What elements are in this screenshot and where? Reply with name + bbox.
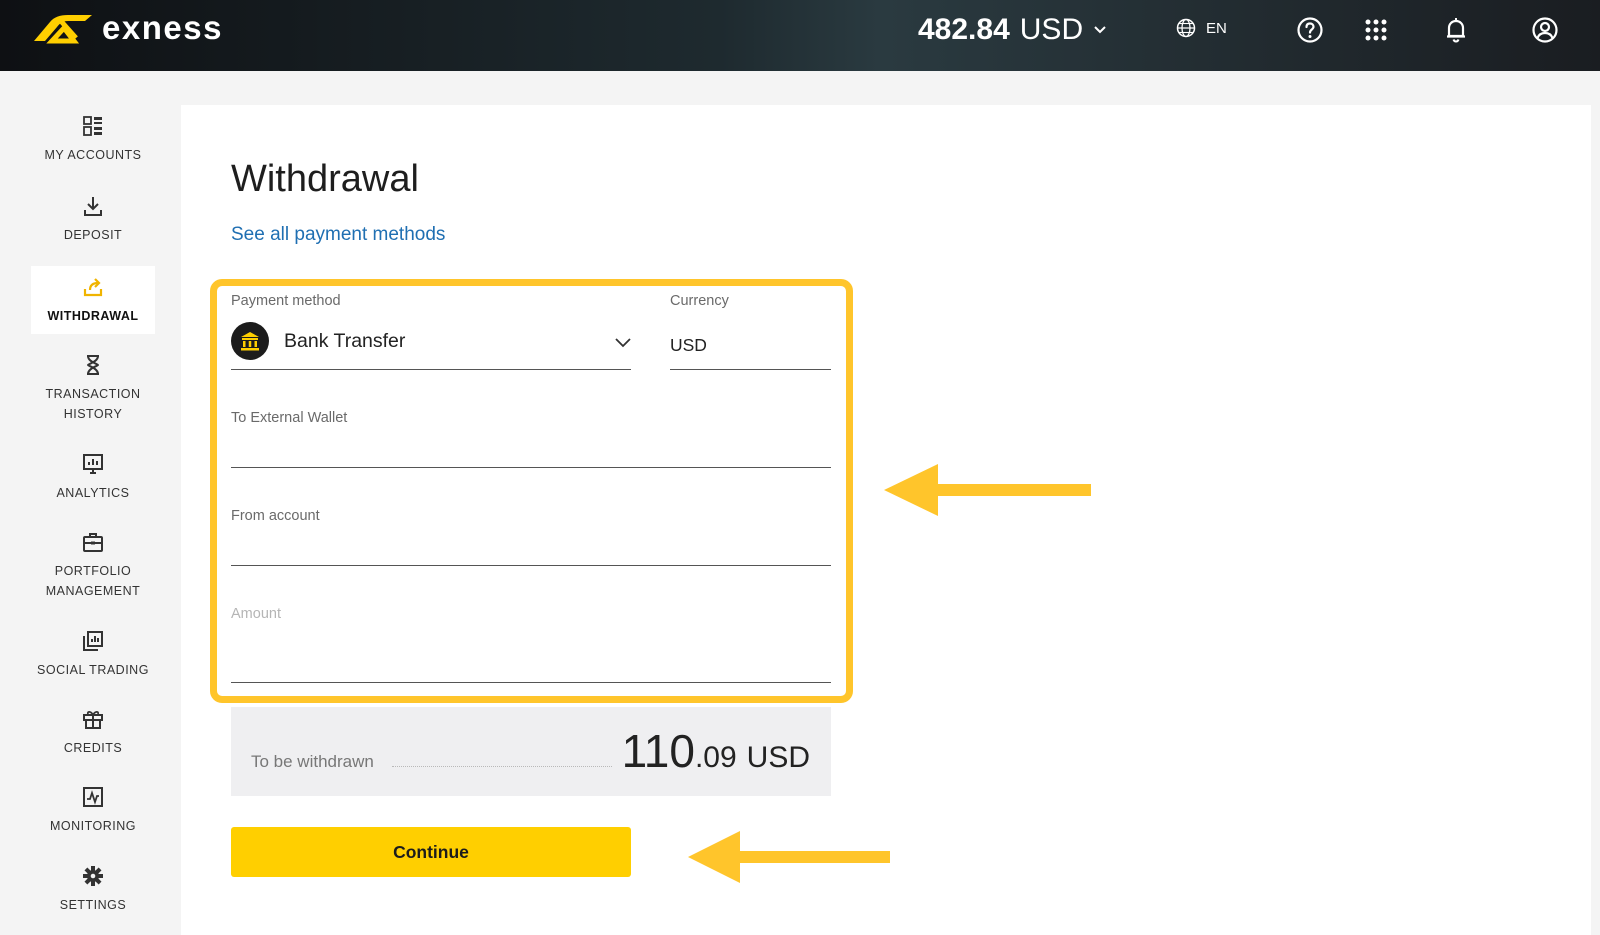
sidebar-item-label: SOCIAL TRADING [37,663,149,677]
payment-method-underline [231,369,631,370]
amount-currency: USD [746,741,810,774]
sidebar-item-label: TRANSACTION HISTORY [45,387,141,421]
amount-decimal: .09 [694,741,737,774]
sidebar-item-label: DEPOSIT [63,228,123,242]
sidebar-item-label: PORTFOLIO MANAGEMENT [45,564,141,598]
hourglass-icon [86,355,100,375]
sidebar-item-portfolio-management[interactable]: PORTFOLIO MANAGEMENT [31,531,155,601]
amount-field[interactable] [231,630,831,680]
exness-logo-icon [34,15,92,44]
gift-icon [83,710,103,729]
sidebar-item-social-trading[interactable]: SOCIAL TRADING [31,630,155,680]
gear-icon [83,866,103,886]
logo-text: exness [102,9,223,46]
currency-value[interactable]: USD [670,335,707,356]
bank-icon [231,322,269,360]
sidebar: MY ACCOUNTS DEPOSIT WITHDRAWAL TRANSACTI… [0,71,172,935]
user-icon[interactable] [1531,16,1559,44]
continue-button[interactable]: Continue [231,827,631,877]
see-all-payment-methods-link[interactable]: See all payment methods [231,224,445,246]
balance-currency: USD [1019,13,1084,46]
external-wallet-underline [231,467,831,468]
sidebar-item-label: WITHDRAWAL [47,309,139,323]
apps-grid-icon[interactable] [1362,16,1390,44]
sidebar-item-label: MY ACCOUNTS [44,148,142,162]
sidebar-item-withdrawal[interactable]: WITHDRAWAL [31,266,155,334]
sidebar-item-deposit[interactable]: DEPOSIT [31,195,155,245]
from-account-label: From account [231,508,320,524]
currency-label: Currency [670,293,729,309]
analytics-icon [83,454,103,474]
balance-amount: 482.84 [918,13,1010,46]
bell-icon[interactable] [1442,16,1470,44]
amount-underline [231,682,831,683]
from-account-underline [231,565,831,566]
sidebar-item-analytics[interactable]: ANALYTICS [31,453,155,503]
sidebar-item-label: MONITORING [49,819,137,833]
chevron-down-icon [1094,26,1106,34]
currency-underline [670,369,831,370]
amount-integer: 110 [621,725,695,777]
sidebar-item-label: ANALYTICS [56,486,130,500]
sidebar-item-label: SETTINGS [59,898,127,912]
amount-label: Amount [231,606,281,622]
external-wallet-field[interactable] [231,430,831,466]
help-icon[interactable] [1296,16,1324,44]
exness-logo[interactable]: exness [30,8,223,48]
balance-selector[interactable]: 482.84 USD [918,10,1107,50]
external-wallet-label: To External Wallet [231,410,348,426]
accounts-icon [83,116,102,136]
payment-method-select[interactable]: Bank Transfer [231,322,405,360]
deposit-icon [84,197,102,216]
to-be-withdrawn-amount: 110 .09 USD [622,724,810,778]
monitoring-icon [83,787,103,807]
to-be-withdrawn-label: To be withdrawn [251,752,374,771]
withdraw-summary: To be withdrawn 110 .09 USD [231,707,831,796]
withdrawal-icon [83,278,103,297]
social-trading-icon [83,631,103,651]
annotation-arrow-icon [688,831,890,883]
annotation-arrow-icon [884,464,1091,516]
globe-icon [1176,18,1196,38]
briefcase-icon [83,533,103,552]
sidebar-item-label: CREDITS [63,741,123,755]
top-bar: exness 482.84 USD EN [0,0,1600,71]
sidebar-item-transaction-history[interactable]: TRANSACTION HISTORY [31,354,155,424]
chevron-down-icon[interactable] [614,335,632,349]
sidebar-item-my-accounts[interactable]: MY ACCOUNTS [31,115,155,165]
summary-dotted-leader [392,766,612,767]
from-account-field[interactable] [231,528,831,564]
language-label: EN [1206,19,1227,37]
page-title: Withdrawal [231,158,419,200]
sidebar-item-monitoring[interactable]: MONITORING [31,786,155,836]
payment-method-value: Bank Transfer [284,329,406,352]
sidebar-item-credits[interactable]: CREDITS [31,708,155,758]
payment-method-label: Payment method [231,293,341,309]
language-selector[interactable]: EN [1176,18,1227,38]
sidebar-item-settings[interactable]: SETTINGS [31,865,155,915]
